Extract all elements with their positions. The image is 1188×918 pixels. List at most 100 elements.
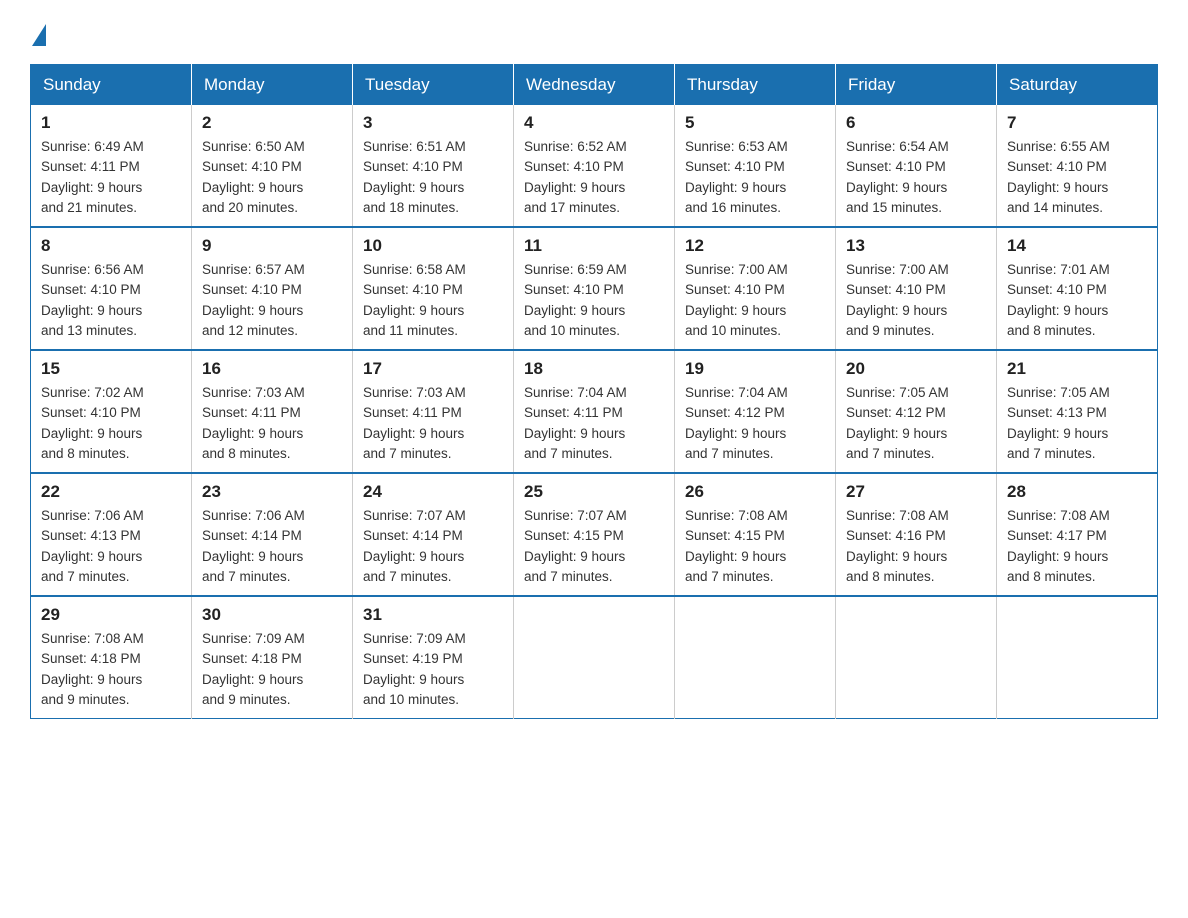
calendar-day-cell: 31 Sunrise: 7:09 AMSunset: 4:19 PMDaylig… [353, 596, 514, 719]
day-info: Sunrise: 7:07 AMSunset: 4:15 PMDaylight:… [524, 506, 664, 587]
header-thursday: Thursday [675, 65, 836, 106]
day-info: Sunrise: 7:08 AMSunset: 4:16 PMDaylight:… [846, 506, 986, 587]
calendar-week-row: 15 Sunrise: 7:02 AMSunset: 4:10 PMDaylig… [31, 350, 1158, 473]
header-saturday: Saturday [997, 65, 1158, 106]
calendar-day-cell: 17 Sunrise: 7:03 AMSunset: 4:11 PMDaylig… [353, 350, 514, 473]
day-info: Sunrise: 7:05 AMSunset: 4:12 PMDaylight:… [846, 383, 986, 464]
day-number: 29 [41, 605, 181, 625]
calendar-day-cell: 1 Sunrise: 6:49 AMSunset: 4:11 PMDayligh… [31, 105, 192, 227]
calendar-day-cell: 11 Sunrise: 6:59 AMSunset: 4:10 PMDaylig… [514, 227, 675, 350]
calendar-table: SundayMondayTuesdayWednesdayThursdayFrid… [30, 64, 1158, 719]
day-number: 30 [202, 605, 342, 625]
day-info: Sunrise: 6:55 AMSunset: 4:10 PMDaylight:… [1007, 137, 1147, 218]
calendar-week-row: 29 Sunrise: 7:08 AMSunset: 4:18 PMDaylig… [31, 596, 1158, 719]
header-wednesday: Wednesday [514, 65, 675, 106]
logo [30, 20, 46, 46]
day-info: Sunrise: 7:09 AMSunset: 4:19 PMDaylight:… [363, 629, 503, 710]
calendar-day-cell: 21 Sunrise: 7:05 AMSunset: 4:13 PMDaylig… [997, 350, 1158, 473]
day-number: 28 [1007, 482, 1147, 502]
day-info: Sunrise: 6:49 AMSunset: 4:11 PMDaylight:… [41, 137, 181, 218]
calendar-day-cell: 13 Sunrise: 7:00 AMSunset: 4:10 PMDaylig… [836, 227, 997, 350]
day-number: 5 [685, 113, 825, 133]
day-number: 4 [524, 113, 664, 133]
calendar-day-cell: 20 Sunrise: 7:05 AMSunset: 4:12 PMDaylig… [836, 350, 997, 473]
header-friday: Friday [836, 65, 997, 106]
calendar-week-row: 8 Sunrise: 6:56 AMSunset: 4:10 PMDayligh… [31, 227, 1158, 350]
day-info: Sunrise: 7:01 AMSunset: 4:10 PMDaylight:… [1007, 260, 1147, 341]
calendar-day-cell: 24 Sunrise: 7:07 AMSunset: 4:14 PMDaylig… [353, 473, 514, 596]
calendar-day-cell: 16 Sunrise: 7:03 AMSunset: 4:11 PMDaylig… [192, 350, 353, 473]
calendar-day-cell: 2 Sunrise: 6:50 AMSunset: 4:10 PMDayligh… [192, 105, 353, 227]
calendar-day-cell: 15 Sunrise: 7:02 AMSunset: 4:10 PMDaylig… [31, 350, 192, 473]
day-number: 22 [41, 482, 181, 502]
calendar-day-cell [836, 596, 997, 719]
day-info: Sunrise: 6:50 AMSunset: 4:10 PMDaylight:… [202, 137, 342, 218]
day-info: Sunrise: 7:09 AMSunset: 4:18 PMDaylight:… [202, 629, 342, 710]
calendar-day-cell: 23 Sunrise: 7:06 AMSunset: 4:14 PMDaylig… [192, 473, 353, 596]
day-number: 15 [41, 359, 181, 379]
header-sunday: Sunday [31, 65, 192, 106]
day-info: Sunrise: 7:03 AMSunset: 4:11 PMDaylight:… [202, 383, 342, 464]
calendar-day-cell: 29 Sunrise: 7:08 AMSunset: 4:18 PMDaylig… [31, 596, 192, 719]
day-number: 20 [846, 359, 986, 379]
header-monday: Monday [192, 65, 353, 106]
day-info: Sunrise: 6:59 AMSunset: 4:10 PMDaylight:… [524, 260, 664, 341]
day-info: Sunrise: 7:00 AMSunset: 4:10 PMDaylight:… [846, 260, 986, 341]
calendar-week-row: 22 Sunrise: 7:06 AMSunset: 4:13 PMDaylig… [31, 473, 1158, 596]
calendar-day-cell: 25 Sunrise: 7:07 AMSunset: 4:15 PMDaylig… [514, 473, 675, 596]
day-info: Sunrise: 7:04 AMSunset: 4:11 PMDaylight:… [524, 383, 664, 464]
calendar-day-cell: 18 Sunrise: 7:04 AMSunset: 4:11 PMDaylig… [514, 350, 675, 473]
day-number: 8 [41, 236, 181, 256]
calendar-day-cell: 22 Sunrise: 7:06 AMSunset: 4:13 PMDaylig… [31, 473, 192, 596]
day-info: Sunrise: 6:54 AMSunset: 4:10 PMDaylight:… [846, 137, 986, 218]
day-info: Sunrise: 7:08 AMSunset: 4:17 PMDaylight:… [1007, 506, 1147, 587]
day-info: Sunrise: 7:08 AMSunset: 4:15 PMDaylight:… [685, 506, 825, 587]
day-info: Sunrise: 6:51 AMSunset: 4:10 PMDaylight:… [363, 137, 503, 218]
header-tuesday: Tuesday [353, 65, 514, 106]
calendar-day-cell: 27 Sunrise: 7:08 AMSunset: 4:16 PMDaylig… [836, 473, 997, 596]
calendar-day-cell: 12 Sunrise: 7:00 AMSunset: 4:10 PMDaylig… [675, 227, 836, 350]
calendar-day-cell: 9 Sunrise: 6:57 AMSunset: 4:10 PMDayligh… [192, 227, 353, 350]
day-info: Sunrise: 7:02 AMSunset: 4:10 PMDaylight:… [41, 383, 181, 464]
calendar-day-cell: 30 Sunrise: 7:09 AMSunset: 4:18 PMDaylig… [192, 596, 353, 719]
header [30, 20, 1158, 46]
calendar-day-cell: 28 Sunrise: 7:08 AMSunset: 4:17 PMDaylig… [997, 473, 1158, 596]
day-info: Sunrise: 7:06 AMSunset: 4:13 PMDaylight:… [41, 506, 181, 587]
day-number: 12 [685, 236, 825, 256]
day-number: 31 [363, 605, 503, 625]
day-number: 2 [202, 113, 342, 133]
day-info: Sunrise: 6:56 AMSunset: 4:10 PMDaylight:… [41, 260, 181, 341]
day-info: Sunrise: 7:07 AMSunset: 4:14 PMDaylight:… [363, 506, 503, 587]
day-number: 11 [524, 236, 664, 256]
calendar-day-cell [514, 596, 675, 719]
calendar-day-cell: 10 Sunrise: 6:58 AMSunset: 4:10 PMDaylig… [353, 227, 514, 350]
day-info: Sunrise: 7:05 AMSunset: 4:13 PMDaylight:… [1007, 383, 1147, 464]
calendar-header-row: SundayMondayTuesdayWednesdayThursdayFrid… [31, 65, 1158, 106]
calendar-day-cell: 14 Sunrise: 7:01 AMSunset: 4:10 PMDaylig… [997, 227, 1158, 350]
day-number: 19 [685, 359, 825, 379]
day-number: 7 [1007, 113, 1147, 133]
day-info: Sunrise: 7:04 AMSunset: 4:12 PMDaylight:… [685, 383, 825, 464]
calendar-day-cell: 3 Sunrise: 6:51 AMSunset: 4:10 PMDayligh… [353, 105, 514, 227]
calendar-day-cell: 19 Sunrise: 7:04 AMSunset: 4:12 PMDaylig… [675, 350, 836, 473]
day-number: 23 [202, 482, 342, 502]
day-number: 27 [846, 482, 986, 502]
day-number: 14 [1007, 236, 1147, 256]
calendar-day-cell: 5 Sunrise: 6:53 AMSunset: 4:10 PMDayligh… [675, 105, 836, 227]
day-info: Sunrise: 6:53 AMSunset: 4:10 PMDaylight:… [685, 137, 825, 218]
calendar-day-cell [675, 596, 836, 719]
day-info: Sunrise: 7:03 AMSunset: 4:11 PMDaylight:… [363, 383, 503, 464]
day-number: 26 [685, 482, 825, 502]
day-number: 1 [41, 113, 181, 133]
calendar-day-cell: 6 Sunrise: 6:54 AMSunset: 4:10 PMDayligh… [836, 105, 997, 227]
day-info: Sunrise: 7:00 AMSunset: 4:10 PMDaylight:… [685, 260, 825, 341]
day-number: 10 [363, 236, 503, 256]
day-info: Sunrise: 7:06 AMSunset: 4:14 PMDaylight:… [202, 506, 342, 587]
day-number: 13 [846, 236, 986, 256]
day-info: Sunrise: 7:08 AMSunset: 4:18 PMDaylight:… [41, 629, 181, 710]
day-info: Sunrise: 6:57 AMSunset: 4:10 PMDaylight:… [202, 260, 342, 341]
day-number: 25 [524, 482, 664, 502]
calendar-day-cell [997, 596, 1158, 719]
day-number: 21 [1007, 359, 1147, 379]
day-number: 24 [363, 482, 503, 502]
